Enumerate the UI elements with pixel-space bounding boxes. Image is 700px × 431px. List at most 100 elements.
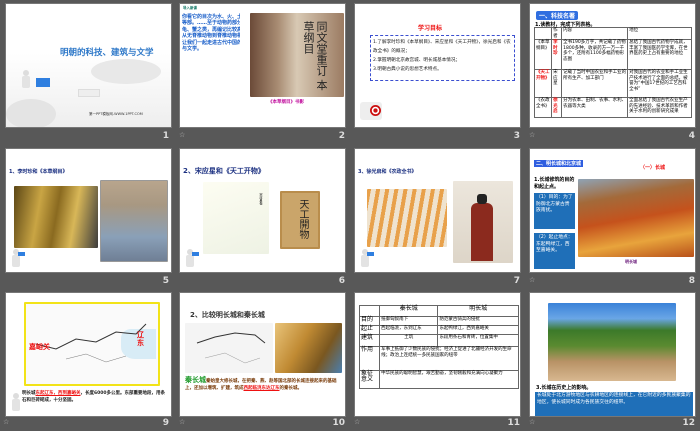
portrait-image: 宋应星像 — [203, 182, 269, 254]
figure-icon — [20, 70, 34, 90]
table-cell: 土筑 — [379, 334, 439, 347]
puzzle-piece-graphic — [78, 89, 100, 97]
animation-icon[interactable]: ☆ — [354, 418, 360, 426]
table-cell: 作者 — [551, 27, 563, 40]
table-cell: 明长城 — [437, 305, 519, 317]
table-cell: 全面总结了我国古代农业生产的先进经验、技术革新和作者关于水利的创新研究成果 — [627, 97, 692, 118]
book-cover-image: 天工開物 — [280, 191, 320, 249]
table-cell: 《农政全书》 — [533, 97, 553, 118]
table-cell: 全书190多万字，共记载了药物1800多种，收录药方一万一千多个，还附有1100… — [561, 39, 629, 70]
slide-body: 秦长城秦始皇大修长城，在把秦、燕、赵等国北部的长城连接起来的基础上，还加以增筑、… — [185, 377, 343, 392]
summary-table: 作者 内容 地位 《本草纲目》 李时珍 全书190多万字，共记载了药物1800多种，收录… — [533, 27, 692, 118]
slide-thumbnail-7[interactable]: 3、徐光启和《农政全书》 — [354, 148, 521, 273]
table-cell: 宋应星 — [551, 69, 563, 98]
table-cell: 中华民族的聪明智慧，艰苦勤奋，坚韧刚毅和充满向心凝聚力 — [379, 370, 519, 389]
puzzle-icon — [367, 252, 374, 256]
table-cell: 建筑 — [358, 334, 381, 347]
slide-number: 8 — [688, 276, 695, 286]
table-cell: 地位 — [627, 27, 692, 40]
animation-icon[interactable]: ☆ — [179, 131, 185, 139]
text: 明长城 — [22, 391, 36, 396]
table-cell: 总结了我国古代药物学成就，丰富了我国医药学宝库，在世界医药史上占有重要的地位 — [627, 39, 692, 70]
slide-thumbnail-3[interactable]: 学习目标 1.了解李时珍和《本草纲目》、宋应星和《天工开物》，徐光启和《农政全书… — [354, 3, 521, 128]
table-cell: 分为农本、田制、农事、水利、农器等大类 — [561, 97, 629, 118]
slide-heading: 导入新课 — [183, 6, 197, 10]
great-wall-photo — [548, 303, 676, 381]
book-image: 同文堂重订 本草纲目 — [250, 13, 344, 97]
slide-number: 4 — [688, 131, 695, 141]
table-cell: 象征意义 — [358, 370, 381, 389]
figure-icon — [10, 393, 24, 413]
image-caption: 《本草纲目》书影 — [268, 100, 304, 105]
table-cell: 防范蒙古骑兵的侵扰 — [437, 316, 519, 326]
slide-number: 5 — [162, 276, 169, 286]
question-text: 3.长城在历史上的影响。 — [536, 385, 592, 391]
section-heading: 一、科技名著 — [536, 11, 579, 20]
book-volumes-image — [14, 186, 98, 248]
slide-number: 2 — [338, 131, 345, 141]
comparison-table: 秦长城 明长城 目的 抵御匈奴南下 防范蒙古骑兵的侵扰 起止 西起临洮，东到辽东 东起鸭绿… — [358, 305, 519, 389]
portrait-image — [453, 181, 513, 263]
table-cell: 秦长城 — [379, 305, 439, 317]
learning-goals-box: 1.了解李时珍和《本草纲目》、宋应星和《天工开物》，徐光启和《农政全书》的概况；… — [370, 35, 515, 81]
section-heading: 二、明长城和北京城 — [534, 160, 584, 167]
slide-thumbnail-11[interactable]: 秦长城 明长城 目的 抵御匈奴南下 防范蒙古骑兵的侵扰 起止 西起临洮，东到辽东 东起鸭绿… — [354, 292, 521, 417]
animation-icon[interactable]: ☆ — [529, 418, 535, 426]
slide-thumbnail-4[interactable]: 一、科技名著 1.读教材，完成下列表格。 作者 内容 地位 《本草纲目》 李时珍 全书1… — [529, 3, 696, 128]
text: 东起辽东，西到嘉峪关 — [35, 391, 81, 396]
animation-icon[interactable]: ☆ — [529, 131, 535, 139]
table-cell — [533, 27, 553, 40]
slide-title: 2、比较明长城和秦长城 — [190, 311, 265, 319]
slide-title: 2、宋应星和《天工开物》 — [183, 167, 265, 175]
table-cell: 作用 — [358, 346, 381, 371]
qin-wall-photo — [275, 323, 342, 373]
text: 的秦长城。 — [279, 385, 303, 391]
table-cell: 记载了当时中国农业和手工业的所有生产、加工部门 — [561, 69, 629, 98]
table-cell: 西起临洮，东到辽东 — [379, 325, 439, 335]
slide-thumbnail-2[interactable]: 导入新课 你看它的目次为水、火、土、石、草、木、谷、菜、虫、鱼、禽、兽、人等部。… — [179, 3, 346, 128]
book-title: 天工開物 — [297, 199, 308, 239]
table-cell: 《本草纲目》 — [533, 39, 553, 70]
slide-title: 学习目标 — [418, 25, 443, 32]
slide-thumbnail-10[interactable]: 2、比较明长城和秦长城 秦长城秦始皇大修长城，在把秦、燕、赵等国北部的长城连接起… — [179, 292, 346, 417]
target-icon — [360, 102, 382, 120]
table-cell: 徐光启 — [551, 97, 563, 118]
animation-icon[interactable]: ☆ — [529, 276, 535, 284]
table-cell: 内容 — [561, 27, 629, 40]
purpose-box: （1）目的：为了防御北方蒙古贵族南扰。 — [534, 193, 575, 229]
slide-number: 1 — [162, 131, 169, 141]
table-cell: 《天工开物》 — [533, 69, 553, 98]
animation-icon[interactable]: ☆ — [179, 418, 185, 426]
subsection-heading: （一）长城 — [640, 165, 666, 171]
pedestal-graphic — [6, 99, 56, 127]
slide-number: 9 — [162, 418, 169, 428]
book-title: 同文堂重订 本草纲目 — [302, 21, 328, 91]
slide-number: 3 — [513, 131, 520, 141]
portrait-label: 宋应星像 — [259, 193, 263, 205]
map-label-liaodong: 辽东 — [137, 331, 144, 347]
slide-number: 12 — [682, 418, 695, 428]
table-cell: 李时珍 — [551, 39, 563, 70]
pedestal-graphic — [91, 59, 161, 84]
answer-box: 长城处于北方游牧地区与农耕地区的连接线上，在它附近的多民族聚集的地区，使长城同时… — [535, 392, 693, 416]
books-image — [367, 189, 447, 247]
table-cell: 东段用条石和青砖，位置集中 — [437, 334, 519, 347]
portrait-image — [100, 180, 168, 262]
slide-thumbnail-5[interactable]: 1、李时珍和《本草纲目》 — [5, 148, 172, 273]
slide-thumbnail-1[interactable]: 明朝的科技、建筑与文学 第一PPT模板网-WWW.1PPT.COM — [5, 3, 172, 128]
slide-thumbnail-6[interactable]: 2、宋应星和《天工开物》 宋应星像 天工開物 — [179, 148, 346, 273]
animation-icon[interactable]: ☆ — [3, 418, 9, 426]
slide-thumbnail-8[interactable]: 二、明长城和北京城 （一）长城 1.长城修筑的目的和起止点。 （1）目的：为了防… — [529, 148, 696, 273]
endpoints-box: （2）起止地点：东起鸭绿江，西至嘉峪关。 — [534, 233, 575, 269]
goal-item: 2.掌握明朝北京故宫城、明长城基本情况； — [373, 58, 461, 63]
table-cell: 抵御匈奴南下 — [379, 316, 439, 326]
slide-thumbnail-9[interactable]: 嘉峪关 辽东 明长城东起辽东，西到嘉峪关，长度6000多公里。东部重要地段，用条… — [5, 292, 172, 417]
qin-great-wall-map — [185, 323, 273, 373]
slide-title: 明朝的科技、建筑与文学 — [60, 48, 154, 58]
table-cell: 军事上抵御了少数民族的侵扰；经济上促进了北疆经济开发的生命线；政治上连结统一多民… — [379, 346, 519, 371]
table-cell: 对我国古代的农业和手工业生产技术进行了全面的总结，被誉为“中国17世纪的工艺百科… — [627, 69, 692, 98]
great-wall-photo — [578, 179, 694, 257]
slide-thumbnail-12[interactable]: 3.长城在历史上的影响。 长城处于北方游牧地区与农耕地区的连接线上，在它附近的多… — [529, 292, 696, 417]
ming-great-wall-map: 嘉峪关 辽东 — [24, 302, 160, 386]
puzzle-icon — [18, 252, 25, 256]
